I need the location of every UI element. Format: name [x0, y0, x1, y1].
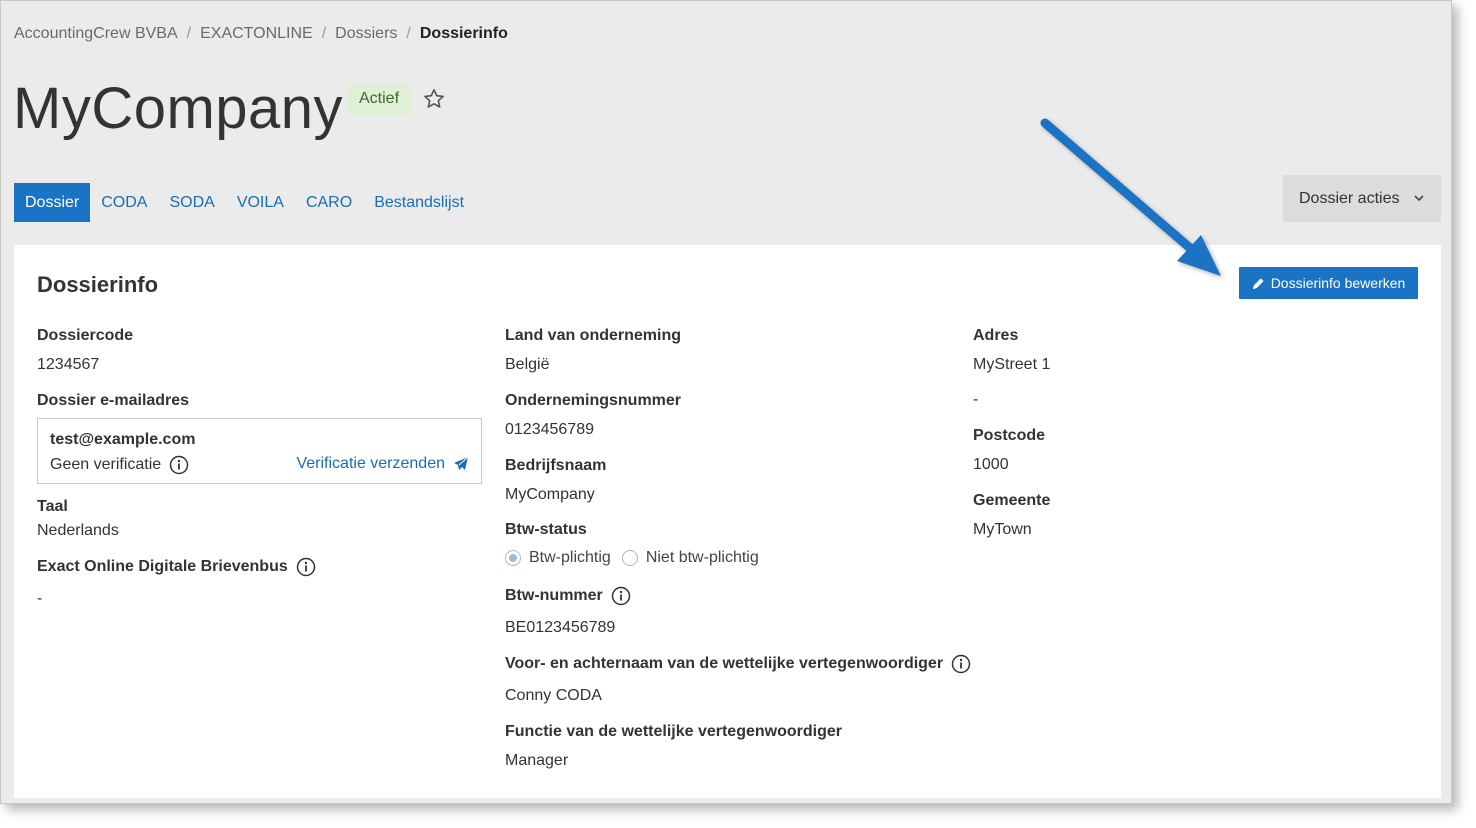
brievenbus-label: Exact Online Digitale Brievenbus	[37, 557, 316, 577]
brievenbus-label-text: Exact Online Digitale Brievenbus	[37, 558, 288, 575]
btw-nummer-value: BE0123456789	[505, 619, 616, 636]
breadcrumb-separator: /	[406, 25, 411, 42]
email-box: test@example.com Geen verificatie Verifi…	[37, 418, 482, 484]
email-label: Dossier e-mailadres	[37, 392, 190, 409]
radio-niet-btw-plichtig[interactable]: Niet btw-plichtig	[621, 549, 759, 567]
app-window: AccountingCrew BVBA / EXACTONLINE / Dossiers…	[0, 0, 1452, 804]
gemeente-value: MyTown	[973, 521, 1032, 538]
dossier-actions-label: Dossier acties	[1299, 189, 1400, 207]
email-value: test@example.com	[50, 431, 196, 448]
star-outline-icon[interactable]	[422, 87, 446, 111]
send-verification-link[interactable]: Verificatie verzenden	[296, 455, 469, 473]
arrow-annotation-icon	[1040, 118, 1221, 276]
info-circle-icon[interactable]	[951, 654, 971, 674]
radio-niet-btw-plichtig-label: Niet btw-plichtig	[645, 549, 759, 566]
dossier-actions-dropdown[interactable]: Dossier acties	[1283, 175, 1441, 222]
breadcrumb-item-accountingcrew[interactable]: AccountingCrew BVBA	[14, 25, 178, 42]
taal-value: Nederlands	[37, 522, 119, 539]
tab-bar: Dossier CODA SODA VOILA CARO Bestandslij…	[14, 183, 475, 222]
btw-status-radio-group: Btw-plichtig Niet btw-plichtig	[505, 549, 770, 567]
radio-unchecked-icon	[621, 550, 638, 566]
land-value: België	[505, 356, 550, 373]
postcode-value: 1000	[973, 456, 1009, 473]
edit-dossierinfo-button[interactable]: Dossierinfo bewerken	[1239, 267, 1418, 299]
breadcrumb-item-exactonline[interactable]: EXACTONLINE	[200, 25, 313, 42]
vertegenwoordiger-naam-value: Conny CODA	[505, 687, 602, 704]
adres-line1: MyStreet 1	[973, 356, 1051, 373]
vertegenwoordiger-functie-label: Functie van de wettelijke vertegenwoordi…	[505, 723, 842, 740]
dossierinfo-card: Dossierinfo Dossierinfo bewerken Dossier…	[14, 245, 1441, 798]
land-label: Land van onderneming	[505, 327, 682, 344]
info-circle-icon[interactable]	[296, 557, 316, 577]
radio-btw-plichtig[interactable]: Btw-plichtig	[505, 549, 611, 567]
vertegenwoordiger-naam-label-text: Voor- en achternaam van de wettelijke ve…	[505, 655, 944, 672]
brievenbus-value: -	[37, 590, 43, 607]
dossiercode-value: 1234567	[37, 356, 100, 373]
adres-label: Adres	[973, 327, 1019, 344]
adres-line2: -	[973, 391, 979, 408]
dossiercode-label: Dossiercode	[37, 327, 134, 344]
card-title: Dossierinfo	[37, 272, 159, 297]
btw-status-label: Btw-status	[505, 521, 587, 538]
tab-bestandslijst[interactable]: Bestandslijst	[363, 183, 475, 222]
verification-status-text: Geen verificatie	[50, 456, 162, 473]
btw-nummer-label-text: Btw-nummer	[505, 587, 603, 604]
edit-dossierinfo-label: Dossierinfo bewerken	[1270, 275, 1406, 291]
info-circle-icon[interactable]	[169, 455, 189, 475]
taal-label: Taal	[37, 498, 68, 515]
bedrijfsnaam-label: Bedrijfsnaam	[505, 457, 607, 474]
page-title: MyCompany	[13, 76, 344, 141]
info-circle-icon[interactable]	[611, 586, 631, 606]
breadcrumb-separator: /	[321, 25, 327, 42]
btw-nummer-label: Btw-nummer	[505, 586, 631, 606]
bedrijfsnaam-value: MyCompany	[505, 486, 595, 503]
chevron-down-icon	[1414, 195, 1424, 202]
status-badge: Actief	[347, 83, 412, 115]
breadcrumb-item-dossiers[interactable]: Dossiers	[335, 25, 397, 42]
breadcrumb: AccountingCrew BVBA / EXACTONLINE / Dossiers…	[14, 25, 508, 43]
tab-soda[interactable]: SODA	[158, 183, 225, 222]
radio-checked-icon	[505, 550, 521, 566]
send-verification-label: Verificatie verzenden	[296, 455, 445, 472]
gemeente-label: Gemeente	[973, 492, 1051, 509]
ondernemingsnummer-value: 0123456789	[505, 421, 594, 438]
vertegenwoordiger-functie-value: Manager	[505, 752, 569, 769]
pencil-icon	[1252, 277, 1264, 289]
vertegenwoordiger-naam-label: Voor- en achternaam van de wettelijke ve…	[505, 654, 971, 674]
verification-status: Geen verificatie	[50, 455, 189, 475]
breadcrumb-current: Dossierinfo	[419, 25, 508, 42]
tab-voila[interactable]: VOILA	[226, 183, 295, 222]
paper-plane-icon	[454, 456, 469, 470]
ondernemingsnummer-label: Ondernemingsnummer	[505, 392, 682, 409]
radio-btw-plichtig-label: Btw-plichtig	[529, 549, 611, 566]
tab-coda[interactable]: CODA	[90, 183, 158, 222]
tab-dossier[interactable]: Dossier	[14, 183, 91, 222]
breadcrumb-separator: /	[186, 25, 192, 42]
postcode-label: Postcode	[973, 427, 1046, 444]
tab-caro[interactable]: CARO	[295, 183, 363, 222]
